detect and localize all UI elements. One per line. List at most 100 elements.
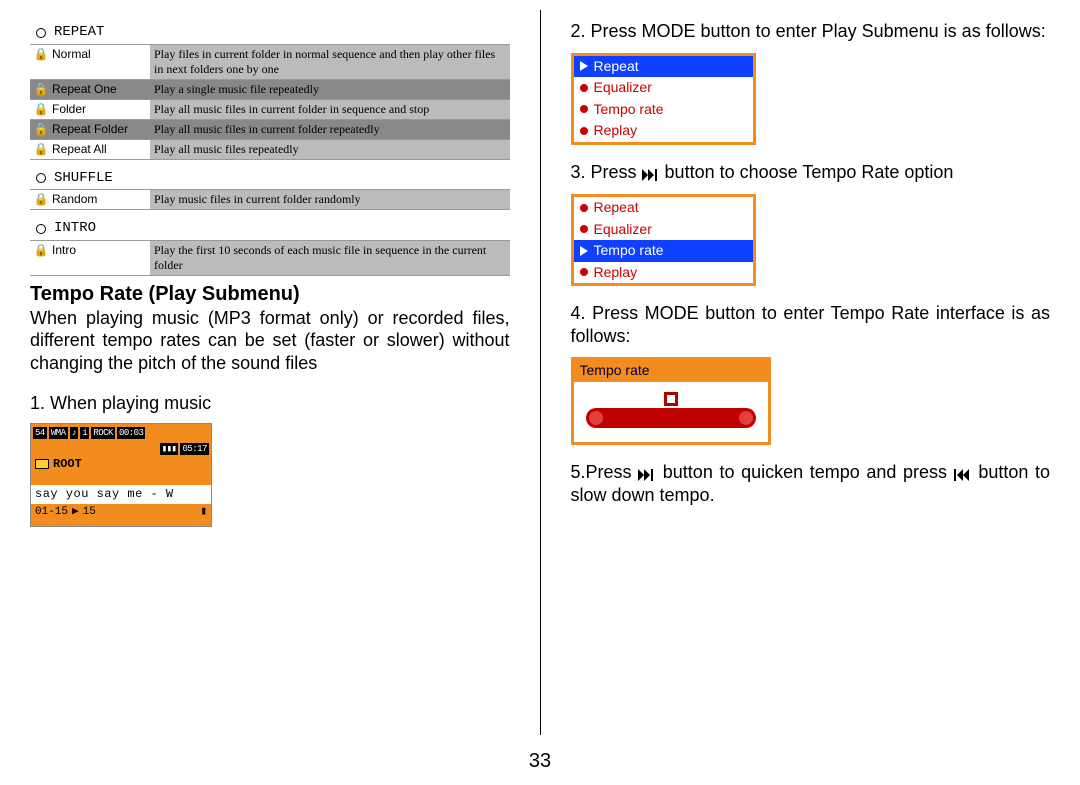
slider-thumb-icon: [664, 392, 678, 406]
mode-desc: Play the first 10 seconds of each music …: [150, 241, 510, 275]
repeat-table: REPEAT 🔒 Normal Play files in current fo…: [30, 20, 510, 160]
mode-name: Random: [52, 190, 150, 209]
step-3: 3. Press button to choose Tempo Rate opt…: [571, 161, 1051, 185]
table-row: 🔒 Normal Play files in current folder in…: [30, 44, 510, 79]
list-item: Equalizer: [574, 219, 753, 241]
mode-name: Repeat Folder: [52, 120, 150, 139]
list-item: Repeat: [574, 56, 753, 78]
mode-desc: Play all music files in current folder r…: [150, 120, 510, 139]
page-number: 33: [0, 745, 1080, 773]
dot-icon: [580, 105, 588, 113]
mode-desc: Play all music files repeatedly: [150, 140, 510, 159]
mode-name: Normal: [52, 45, 150, 79]
lock-icon: 🔒: [30, 45, 52, 79]
player-kbps: 54: [33, 427, 47, 439]
dot-icon: [580, 204, 588, 212]
play-submenu-2: Repeat Equalizer Tempo rate Replay: [571, 194, 756, 286]
play-icon: ▶: [72, 506, 79, 520]
lock-icon: 🔒: [30, 80, 52, 99]
mode-desc: Play a single music file repeatedly: [150, 80, 510, 99]
right-column: 2. Press MODE button to enter Play Subme…: [541, 0, 1080, 745]
slider-track: [586, 408, 756, 428]
shuffle-table: SHUFFLE 🔒 Random Play music files in cur…: [30, 166, 510, 211]
table-row: 🔒 Folder Play all music files in current…: [30, 99, 510, 119]
dot-icon: [580, 127, 588, 135]
rewind-icon: [954, 462, 972, 485]
bullet-icon: [36, 28, 46, 38]
item-label: Replay: [594, 122, 638, 140]
list-item: Replay: [574, 262, 753, 284]
mode-desc: Play music files in current folder rando…: [150, 190, 510, 209]
dot-icon: [580, 225, 588, 233]
item-label: Repeat: [594, 58, 639, 76]
mode-name: Folder: [52, 100, 150, 119]
repeat-header: REPEAT: [30, 20, 510, 44]
item-label: Equalizer: [594, 79, 652, 97]
mode-desc: Play files in current folder in normal s…: [150, 45, 510, 79]
step-5a: 5.Press: [571, 462, 639, 482]
table-row: 🔒 Random Play music files in current fol…: [30, 189, 510, 209]
lock-icon: 🔒: [30, 190, 52, 209]
lock-icon: 🔒: [30, 140, 52, 159]
repeat-header-label: REPEAT: [54, 24, 104, 42]
tempo-body: When playing music (MP3 format only) or …: [30, 307, 510, 375]
mode-name: Repeat All: [52, 140, 150, 159]
step-1: 1. When playing music: [30, 392, 510, 415]
table-row: 🔒 Intro Play the first 10 seconds of eac…: [30, 240, 510, 275]
lock-icon: 🔒: [30, 120, 52, 139]
list-item: Equalizer: [574, 77, 753, 99]
bullet-icon: [36, 224, 46, 234]
bullet-icon: [36, 173, 46, 183]
track-index: 01-15: [35, 506, 68, 520]
step-3b: button to choose Tempo Rate option: [665, 162, 954, 182]
player-elapsed: 00:03: [117, 427, 146, 439]
battery-icon: ▮: [200, 506, 207, 520]
track-title: say you say me - W: [31, 485, 211, 504]
mode-name: Intro: [52, 241, 150, 275]
intro-header: INTRO: [30, 216, 510, 240]
root-label: ROOT: [53, 457, 82, 472]
player-bars-icon: ▮▮▮: [160, 443, 179, 455]
step-4: 4. Press MODE button to enter Tempo Rate…: [571, 302, 1051, 347]
table-row: 🔒 Repeat All Play all music files repeat…: [30, 139, 510, 159]
dot-icon: [580, 84, 588, 92]
tempo-heading: Tempo Rate (Play Submenu): [30, 282, 510, 307]
track-pos: 15: [83, 506, 96, 520]
step-5: 5.Press button to quicken tempo and pres…: [571, 461, 1051, 507]
list-item: Repeat: [574, 197, 753, 219]
shuffle-header: SHUFFLE: [30, 166, 510, 190]
lock-icon: 🔒: [30, 241, 52, 275]
table-row: 🔒 Repeat Folder Play all music files in …: [30, 119, 510, 139]
step-2: 2. Press MODE button to enter Play Subme…: [571, 20, 1051, 43]
mode-name: Repeat One: [52, 80, 150, 99]
item-label: Repeat: [594, 199, 639, 217]
intro-header-label: INTRO: [54, 220, 96, 238]
list-item: Tempo rate: [574, 240, 753, 262]
intro-table: INTRO 🔒 Intro Play the first 10 seconds …: [30, 216, 510, 276]
fast-forward-icon: [642, 162, 660, 185]
folder-icon: [35, 459, 49, 469]
step-3a: 3. Press: [571, 162, 642, 182]
player-bat: i: [80, 427, 89, 439]
player-note-icon: ♪: [70, 427, 79, 439]
triangle-icon: [580, 246, 588, 256]
item-label: Equalizer: [594, 221, 652, 239]
table-row: 🔒 Repeat One Play a single music file re…: [30, 79, 510, 99]
shuffle-header-label: SHUFFLE: [54, 170, 113, 188]
dot-icon: [580, 268, 588, 276]
list-item: Replay: [574, 120, 753, 142]
mode-desc: Play all music files in current folder i…: [150, 100, 510, 119]
left-column: REPEAT 🔒 Normal Play files in current fo…: [0, 0, 540, 745]
player-codec: WMA: [49, 427, 68, 439]
tempo-rate-box: Tempo rate: [571, 357, 771, 445]
player-screenshot: 54 WMA ♪ i ROCK 00:03 ▮▮▮ 05:17 ROOT say…: [30, 423, 212, 527]
item-label: Tempo rate: [594, 101, 664, 119]
player-rock: ROCK: [91, 427, 115, 439]
list-item: Tempo rate: [574, 99, 753, 121]
triangle-icon: [580, 61, 588, 71]
play-submenu-1: Repeat Equalizer Tempo rate Replay: [571, 53, 756, 145]
player-total: 05:17: [180, 443, 209, 455]
fast-forward-icon: [638, 462, 656, 485]
lock-icon: 🔒: [30, 100, 52, 119]
item-label: Tempo rate: [594, 242, 664, 260]
